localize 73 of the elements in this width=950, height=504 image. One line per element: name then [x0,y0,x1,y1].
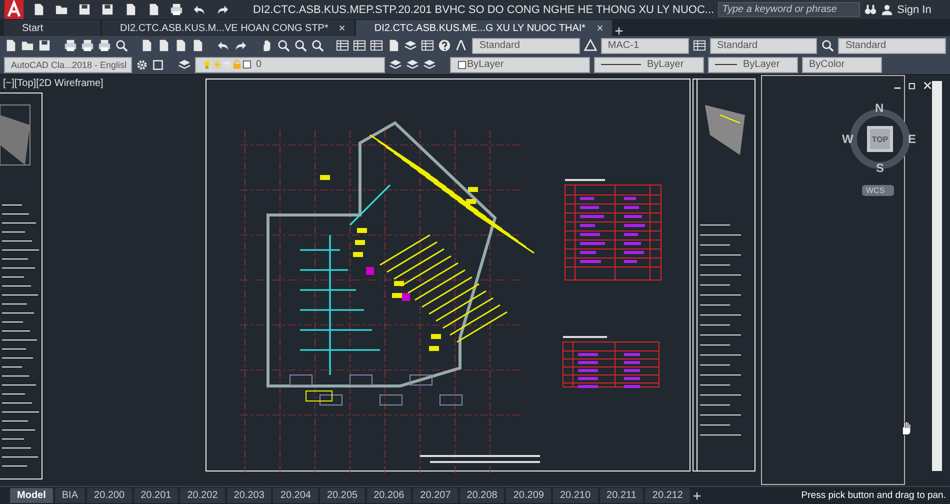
compass-letter[interactable]: W [842,132,854,146]
window-title: DI2.CTC.ASB.KUS.MEP.STP.20.201 BVHC SO DO CONG NGHE HE THONG XU LY NUOC... [252,4,714,16]
layout-tab[interactable]: 20.205 [320,488,365,503]
binoculars-icon[interactable] [864,3,878,16]
file-tab[interactable]: DI2.CTC.ASB.KUS.ME...G XU LY NUOC THAI* [356,20,612,36]
plot-style-dropdown[interactable]: ByColor [802,56,882,72]
scroll-bar[interactable] [932,81,942,471]
sun-icon [212,59,222,70]
open-folder-icon[interactable] [21,39,34,52]
file-tab[interactable]: Start [4,20,100,36]
compass-letter[interactable]: E [908,132,916,146]
style-dropdown[interactable]: MAC-1 [600,38,689,54]
help-icon[interactable] [438,39,452,52]
lightbulb-icon [202,59,212,70]
dimension-style-icon[interactable] [584,39,597,52]
plus-icon[interactable] [614,26,624,36]
layout-tab[interactable]: 20.201 [134,488,178,503]
user-icon[interactable] [881,4,894,16]
layout-tab[interactable]: 20.207 [413,488,458,503]
linetype-dropdown[interactable]: ByLayer [594,56,704,72]
layout-tab[interactable]: 20.208 [460,488,504,503]
close-icon[interactable] [596,24,604,32]
lineweight-dropdown[interactable]: ByLayer [708,56,798,72]
open-folder-icon[interactable] [55,3,68,16]
print-icon[interactable] [64,39,77,52]
color-swatch-icon [457,60,467,70]
restore-icon[interactable] [908,81,917,90]
layout-tab[interactable]: BIA [54,488,86,503]
viewport-label[interactable]: [−][Top][2D Wireframe] [3,78,104,89]
zoom-icon[interactable] [276,39,290,52]
layout-tab[interactable]: 20.209 [506,488,551,503]
layer-dropdown[interactable]: 0 [195,56,385,72]
undo-icon[interactable] [217,39,230,52]
color-swatch-icon [242,59,252,70]
undo-icon[interactable] [193,3,206,16]
file-tab[interactable]: DI2.CTC.ASB.KUS.M...VE HOAN CONG STP* [102,20,354,36]
close-icon[interactable] [338,24,346,32]
redo-icon[interactable] [234,39,248,52]
new-file-icon[interactable] [32,3,45,16]
gear-icon[interactable] [136,58,148,70]
lock-icon [232,59,242,70]
save-icon[interactable] [78,3,91,16]
compass-letter[interactable]: S [876,161,884,175]
line-sample [601,64,641,65]
layout-tab[interactable]: 20.211 [600,488,644,503]
line-sample [715,64,737,65]
layout-tab[interactable]: 20.202 [180,488,225,503]
status-message: Press pick button and drag to pan. [801,490,946,501]
style-dropdown[interactable]: Standard [472,38,580,54]
print-icon[interactable] [170,3,183,16]
layout-tab[interactable]: Model [10,488,53,503]
plus-icon[interactable] [692,490,702,500]
table-style-icon[interactable] [692,39,706,52]
save-as-icon[interactable] [101,3,114,16]
layout-tab[interactable]: 20.200 [87,488,132,503]
sign-in-button[interactable]: Sign In [897,4,950,16]
search-field[interactable]: Type a keyword or phrase [718,2,860,17]
new-file-icon[interactable] [4,39,17,52]
workspace-dropdown[interactable]: AutoCAD Cla...2018 - Englisl [4,56,132,72]
style-dropdown[interactable]: Standard [710,38,818,54]
layout-tab[interactable]: 20.204 [273,488,318,503]
compass-letter[interactable]: N [875,101,884,115]
color-dropdown[interactable]: ByLayer [450,56,590,72]
layers-icon[interactable] [178,58,191,71]
layout-tab[interactable]: 20.210 [552,488,598,503]
layout-tab[interactable]: 20.206 [366,488,412,503]
save-icon[interactable] [38,39,51,52]
redo-icon[interactable] [216,3,229,16]
style-dropdown[interactable]: Standard [838,38,946,54]
layout-tab[interactable]: 20.203 [226,488,272,503]
square-icon[interactable] [152,58,164,70]
viewcube-compass[interactable]: N W TOP E S WCS [842,101,918,197]
layout-tab[interactable]: 20.212 [645,488,690,503]
